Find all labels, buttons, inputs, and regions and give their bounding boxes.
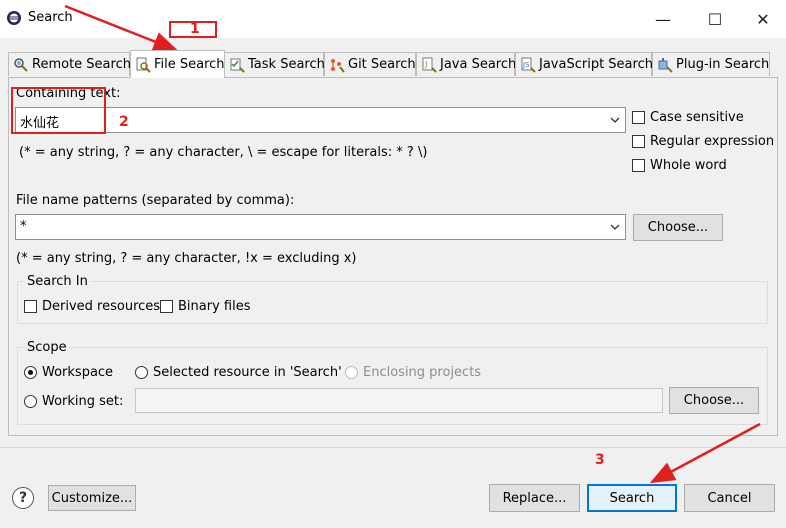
tab-java-search[interactable]: J Java Search: [416, 52, 517, 76]
working-set-choose-button[interactable]: Choose...: [669, 387, 759, 414]
file-patterns-label: File name patterns (separated by comma):: [16, 193, 295, 208]
containing-text-hint: (* = any string, ? = any character, \ = …: [19, 145, 428, 160]
workspace-option[interactable]: Workspace: [24, 365, 113, 380]
working-set-field[interactable]: [135, 388, 663, 413]
case-sensitive-checkbox[interactable]: [632, 111, 645, 124]
tab-label: JavaScript Search: [539, 57, 653, 72]
file-search-icon: [136, 57, 151, 73]
close-button[interactable]: ✕: [750, 6, 776, 32]
enclosing-projects-option: Enclosing projects: [345, 365, 481, 380]
java-search-icon: J: [422, 57, 437, 73]
remote-search-icon: [14, 57, 28, 72]
containing-text-combo[interactable]: 水仙花: [15, 107, 626, 133]
customize-button[interactable]: Customize...: [48, 485, 136, 511]
eclipse-icon: [7, 11, 21, 25]
enclosing-projects-label: Enclosing projects: [363, 365, 482, 380]
tab-label: Remote Search: [32, 57, 131, 72]
footer-divider: [0, 447, 786, 448]
selected-resource-option[interactable]: Selected resource in 'Search': [135, 365, 342, 380]
git-search-icon: [331, 58, 345, 73]
help-icon[interactable]: ?: [12, 487, 34, 509]
annotation-number-1: 1: [190, 21, 200, 37]
whole-word-label: Whole word: [650, 158, 727, 173]
tab-strip: Remote Search File Search Task Search Gi…: [8, 50, 778, 78]
maximize-icon: ☐: [707, 9, 723, 29]
selected-resource-radio[interactable]: [135, 366, 148, 379]
file-patterns-value: *: [20, 219, 27, 234]
regular-expression-checkbox[interactable]: [632, 135, 645, 148]
selected-resource-label: Selected resource in 'Search': [153, 365, 342, 380]
enclosing-projects-radio: [345, 366, 358, 379]
search-button[interactable]: Search: [587, 484, 677, 512]
tab-label: Plug-in Search: [676, 57, 770, 72]
tab-label: File Search: [154, 57, 225, 72]
minimize-button[interactable]: —: [650, 6, 676, 32]
derived-resources-option[interactable]: Derived resources: [24, 299, 160, 314]
javascript-search-icon: JS: [521, 57, 536, 73]
workspace-radio[interactable]: [24, 366, 37, 379]
annotation-number-2: 2: [119, 114, 129, 130]
binary-files-label: Binary files: [178, 299, 251, 314]
regular-expression-label: Regular expression: [650, 134, 775, 149]
workspace-label: Workspace: [42, 365, 114, 380]
scope-group: [17, 347, 768, 425]
working-set-label: Working set:: [42, 394, 124, 409]
task-search-icon: [230, 58, 245, 73]
whole-word-option[interactable]: Whole word: [632, 158, 727, 173]
regular-expression-option[interactable]: Regular expression: [632, 134, 774, 149]
window-title: Search: [28, 10, 73, 25]
annotation-box-2: [11, 87, 106, 134]
cancel-button[interactable]: Cancel: [684, 484, 775, 512]
tab-git-search[interactable]: Git Search: [324, 52, 416, 76]
svg-text:J: J: [424, 60, 427, 69]
derived-resources-label: Derived resources: [42, 299, 161, 314]
binary-files-option[interactable]: Binary files: [160, 299, 250, 314]
plugin-search-icon: [658, 57, 673, 73]
derived-resources-checkbox[interactable]: [24, 300, 37, 313]
annotation-number-3: 3: [595, 452, 605, 468]
tab-plugin-search[interactable]: Plug-in Search: [652, 52, 770, 76]
svg-text:JS: JS: [522, 61, 530, 69]
minimize-icon: —: [655, 9, 671, 29]
replace-button[interactable]: Replace...: [489, 484, 580, 512]
tab-remote-search[interactable]: Remote Search: [8, 52, 131, 76]
tab-javascript-search[interactable]: JS JavaScript Search: [515, 52, 653, 76]
close-icon: ✕: [756, 9, 770, 29]
search-in-title: Search In: [25, 274, 90, 289]
chevron-down-icon[interactable]: [608, 112, 622, 128]
binary-files-checkbox[interactable]: [160, 300, 173, 313]
case-sensitive-label: Case sensitive: [650, 110, 744, 125]
case-sensitive-option[interactable]: Case sensitive: [632, 110, 744, 125]
working-set-option[interactable]: Working set:: [24, 394, 123, 409]
chevron-down-icon[interactable]: [608, 219, 622, 235]
file-patterns-hint: (* = any string, ? = any character, !x =…: [16, 251, 357, 266]
file-patterns-choose-button[interactable]: Choose...: [633, 214, 723, 241]
scope-title: Scope: [25, 340, 69, 355]
tab-task-search[interactable]: Task Search: [224, 52, 325, 76]
title-bar: Search — ☐ ✕: [0, 0, 786, 38]
tab-file-search[interactable]: File Search: [130, 50, 225, 78]
maximize-button[interactable]: ☐: [702, 6, 728, 32]
file-patterns-combo[interactable]: *: [15, 214, 626, 240]
tab-label: Task Search: [248, 57, 325, 72]
tab-label: Git Search: [348, 57, 416, 72]
whole-word-checkbox[interactable]: [632, 159, 645, 172]
tab-label: Java Search: [440, 57, 517, 72]
working-set-radio[interactable]: [24, 395, 37, 408]
